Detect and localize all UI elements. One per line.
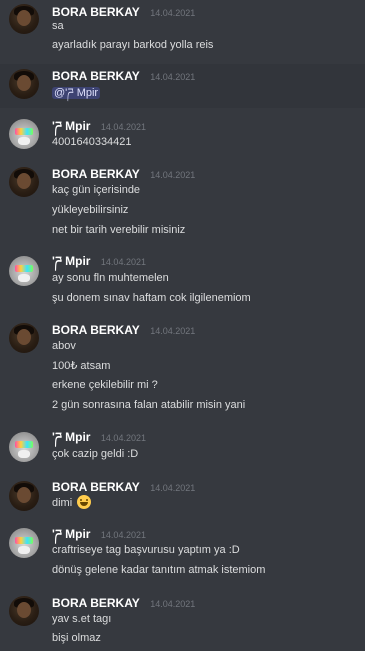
avatar[interactable]	[9, 167, 39, 197]
message-timestamp: 14.04.2021	[150, 170, 196, 180]
message-timestamp: 14.04.2021	[150, 326, 196, 336]
message-text: net bir tarih verebilir misiniz	[52, 224, 186, 236]
message-text: abov	[52, 340, 76, 352]
message-group: 'ཌ Mpir 14.04.2021 4001640334421	[0, 114, 365, 158]
user-mention[interactable]: @'ཌ Mpir	[52, 87, 101, 99]
message-text: 100₺ atsam	[52, 360, 111, 372]
message-timestamp: 14.04.2021	[150, 72, 196, 82]
grinning-face-emoji-icon	[77, 495, 92, 509]
message-text: craftriseye tag başvurusu yaptım ya :D	[52, 544, 240, 556]
message-timestamp: 14.04.2021	[150, 8, 196, 18]
message-author[interactable]: BORA BERKAY	[52, 69, 140, 83]
message-timestamp: 14.04.2021	[150, 599, 196, 609]
message-timestamp: 14.04.2021	[100, 530, 146, 540]
avatar[interactable]	[9, 119, 39, 149]
avatar[interactable]	[9, 528, 39, 558]
message-text-content: dimi	[52, 497, 73, 509]
message-timestamp: 14.04.2021	[100, 433, 146, 443]
message-group: 'ཌ Mpir 14.04.2021 craftriseye tag başvu…	[0, 522, 365, 584]
message-author[interactable]: 'ཌ Mpir	[52, 254, 90, 268]
message-text: çok cazip geldi :D	[52, 448, 139, 460]
message-author[interactable]: BORA BERKAY	[52, 167, 140, 181]
message-author[interactable]: 'ཌ Mpir	[52, 527, 90, 541]
message-text: ayarladık parayı barkod yolla reis	[52, 39, 214, 51]
message-group: BORA BERKAY 14.04.2021 abov 100₺ atsam e…	[0, 318, 365, 418]
avatar[interactable]	[9, 4, 39, 34]
message-timestamp: 14.04.2021	[150, 483, 196, 493]
chat-message-list: BORA BERKAY 14.04.2021 sa ayarladık para…	[0, 0, 365, 651]
message-timestamp: 14.04.2021	[100, 257, 146, 267]
message-text: @'ཌ Mpir	[52, 85, 101, 101]
message-text: bişi olmaz	[52, 632, 101, 644]
message-group: BORA BERKAY 14.04.2021 dimi	[0, 476, 365, 520]
avatar[interactable]	[9, 432, 39, 462]
message-group: BORA BERKAY 14.04.2021 sa ayarladık para…	[0, 0, 365, 62]
message-text: erkene çekilebilir mi ?	[52, 379, 158, 391]
message-group: 'ཌ Mpir 14.04.2021 çok cazip geldi :D	[0, 426, 365, 470]
message-text: 4001640334421	[52, 136, 132, 148]
avatar[interactable]	[9, 596, 39, 626]
message-text: yav s.et tagı	[52, 613, 112, 625]
message-author[interactable]: 'ཌ Mpir	[52, 430, 90, 444]
message-author[interactable]: BORA BERKAY	[52, 5, 140, 19]
avatar[interactable]	[9, 481, 39, 511]
message-author[interactable]: BORA BERKAY	[52, 596, 140, 610]
message-text: 2 gün sonrasına falan atabilir misin yan…	[52, 399, 246, 411]
message-author[interactable]: BORA BERKAY	[52, 480, 140, 494]
avatar[interactable]	[9, 69, 39, 99]
message-text: şu donem sınav haftam cok ilgilenemiom	[52, 292, 251, 304]
message-group: 'ཌ Mpir 14.04.2021 ay sonu fln muhtemele…	[0, 250, 365, 310]
message-text: yükleyebilirsiniz	[52, 204, 129, 216]
message-text: dönüş gelene kadar tanıtım atmak istemio…	[52, 564, 266, 576]
message-text: dimi	[52, 495, 92, 511]
avatar[interactable]	[9, 323, 39, 353]
message-timestamp: 14.04.2021	[100, 122, 146, 132]
message-text: ay sonu fln muhtemelen	[52, 272, 169, 284]
message-group: BORA BERKAY 14.04.2021 kaç gün içerisind…	[0, 162, 365, 242]
message-text: kaç gün içerisinde	[52, 184, 141, 196]
message-author[interactable]: BORA BERKAY	[52, 323, 140, 337]
message-author[interactable]: 'ཌ Mpir	[52, 119, 90, 133]
avatar[interactable]	[9, 256, 39, 286]
message-group: BORA BERKAY 14.04.2021 yav s.et tagı biş…	[0, 592, 365, 651]
message-group-mentioned: BORA BERKAY 14.04.2021 @'ཌ Mpir	[0, 64, 365, 108]
message-text: sa	[52, 20, 64, 32]
